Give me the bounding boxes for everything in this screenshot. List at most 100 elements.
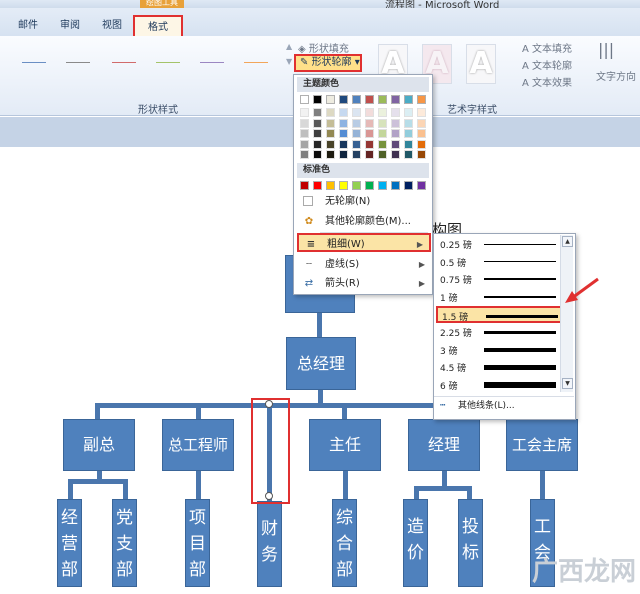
line-style-5[interactable] bbox=[200, 62, 224, 63]
theme-color-swatch[interactable] bbox=[404, 95, 413, 104]
theme-shade-swatch[interactable] bbox=[417, 118, 426, 128]
standard-color-swatch[interactable] bbox=[313, 181, 322, 190]
box-director[interactable]: 主任 bbox=[309, 419, 381, 471]
theme-shade-swatch[interactable] bbox=[352, 150, 361, 159]
weight-option[interactable]: 6 磅 bbox=[436, 377, 562, 394]
connector[interactable] bbox=[414, 486, 472, 491]
theme-shade-swatch[interactable] bbox=[404, 108, 413, 117]
box-general-dept[interactable]: 综合部 bbox=[332, 499, 357, 587]
theme-shade-swatch[interactable] bbox=[300, 139, 309, 149]
theme-shade-swatch[interactable] bbox=[417, 108, 426, 117]
theme-shade-swatch[interactable] bbox=[365, 139, 374, 149]
tab-view[interactable]: 视图 bbox=[102, 16, 122, 31]
theme-shade-swatch[interactable] bbox=[313, 129, 322, 138]
theme-shade-swatch[interactable] bbox=[417, 129, 426, 138]
theme-shade-swatch[interactable] bbox=[378, 118, 387, 128]
standard-color-swatch[interactable] bbox=[352, 181, 361, 190]
gallery-scroll-icon[interactable]: ▲ bbox=[286, 42, 292, 51]
connector[interactable] bbox=[317, 313, 322, 337]
tab-mailings[interactable]: 邮件 bbox=[18, 16, 38, 31]
box-finance[interactable]: 财务 bbox=[257, 501, 282, 587]
theme-shade-swatch[interactable] bbox=[404, 150, 413, 159]
line-style-6[interactable] bbox=[244, 62, 268, 63]
scroll-down-icon[interactable]: ▼ bbox=[562, 378, 573, 389]
standard-color-swatch[interactable] bbox=[300, 181, 309, 190]
theme-shade-swatch[interactable] bbox=[404, 129, 413, 138]
theme-shade-swatch[interactable] bbox=[352, 108, 361, 117]
connector[interactable] bbox=[342, 403, 347, 419]
wordart-style-3[interactable]: A bbox=[466, 44, 496, 84]
box-bidding[interactable]: 投标 bbox=[458, 499, 483, 587]
theme-shade-swatch[interactable] bbox=[404, 139, 413, 149]
weight-option[interactable]: 3 磅 bbox=[436, 342, 562, 359]
theme-shade-swatch[interactable] bbox=[300, 150, 309, 159]
theme-shade-swatch[interactable] bbox=[391, 139, 400, 149]
theme-shade-swatch[interactable] bbox=[352, 118, 361, 128]
theme-shade-swatch[interactable] bbox=[326, 139, 335, 149]
theme-shade-swatch[interactable] bbox=[300, 108, 309, 117]
more-colors-item[interactable]: ✿ 其他轮廓颜色(M)... bbox=[297, 212, 431, 231]
text-effects-button[interactable]: A 文本效果 bbox=[522, 74, 572, 89]
connector[interactable] bbox=[68, 479, 73, 499]
theme-color-swatch[interactable] bbox=[313, 95, 322, 104]
connector[interactable] bbox=[414, 486, 419, 499]
text-direction-button[interactable]: 文字方向 bbox=[596, 68, 636, 83]
gallery-more-icon[interactable]: ▼ bbox=[286, 57, 292, 66]
shape-outline-button[interactable]: ✎ 形状轮廓 ▾ bbox=[294, 54, 362, 72]
theme-shade-swatch[interactable] bbox=[352, 129, 361, 138]
line-style-3[interactable] bbox=[112, 62, 136, 63]
theme-shade-swatch[interactable] bbox=[326, 118, 335, 128]
standard-color-swatch[interactable] bbox=[417, 181, 426, 190]
theme-color-swatch[interactable] bbox=[352, 95, 361, 104]
theme-shade-swatch[interactable] bbox=[339, 129, 348, 138]
theme-shade-swatch[interactable] bbox=[378, 129, 387, 138]
text-outline-button[interactable]: A 文本轮廓 bbox=[522, 57, 572, 72]
theme-color-swatch[interactable] bbox=[417, 95, 426, 104]
box-party-branch[interactable]: 党支部 bbox=[112, 499, 137, 587]
connector[interactable] bbox=[343, 471, 348, 499]
box-project-dept[interactable]: 项目部 bbox=[185, 499, 210, 587]
theme-shade-swatch[interactable] bbox=[313, 150, 322, 159]
theme-shade-swatch[interactable] bbox=[378, 108, 387, 117]
selection-handle-bottom[interactable] bbox=[265, 492, 273, 500]
scroll-up-icon[interactable]: ▲ bbox=[562, 236, 573, 247]
theme-shade-swatch[interactable] bbox=[326, 150, 335, 159]
theme-shade-swatch[interactable] bbox=[417, 139, 426, 149]
standard-color-swatch[interactable] bbox=[391, 181, 400, 190]
shape-fill-button[interactable]: ◈ 形状填充 bbox=[298, 40, 349, 55]
theme-color-swatch[interactable] bbox=[391, 95, 400, 104]
weight-option[interactable]: 0.75 磅 bbox=[436, 271, 562, 288]
theme-shade-swatch[interactable] bbox=[313, 108, 322, 117]
theme-shade-swatch[interactable] bbox=[365, 129, 374, 138]
connector[interactable] bbox=[442, 471, 447, 487]
theme-shade-swatch[interactable] bbox=[391, 108, 400, 117]
theme-shade-swatch[interactable] bbox=[313, 118, 322, 128]
box-vice[interactable]: 副总 bbox=[63, 419, 135, 471]
arrows-item[interactable]: ⇄ 箭头(R) ▶ bbox=[297, 274, 431, 293]
text-fill-button[interactable]: A 文本填充 bbox=[522, 40, 572, 55]
ceo-box[interactable]: 总经理 bbox=[286, 337, 356, 390]
standard-color-swatch[interactable] bbox=[378, 181, 387, 190]
weight-scrollbar[interactable]: ▲ ▼ bbox=[560, 235, 573, 392]
theme-shade-swatch[interactable] bbox=[326, 129, 335, 138]
weight-item[interactable]: ≡ 粗细(W) ▶ bbox=[297, 233, 431, 252]
theme-shade-swatch[interactable] bbox=[365, 108, 374, 117]
box-manager[interactable]: 经理 bbox=[408, 419, 480, 471]
dashes-item[interactable]: ┄ 虚线(S) ▶ bbox=[297, 255, 431, 274]
theme-color-swatch[interactable] bbox=[365, 95, 374, 104]
theme-shade-swatch[interactable] bbox=[339, 139, 348, 149]
connector[interactable] bbox=[196, 403, 201, 419]
theme-shade-swatch[interactable] bbox=[339, 108, 348, 117]
theme-color-swatch[interactable] bbox=[300, 95, 309, 104]
theme-shade-swatch[interactable] bbox=[339, 150, 348, 159]
theme-color-swatch[interactable] bbox=[326, 95, 335, 104]
weight-option[interactable]: 1.5 磅 bbox=[436, 306, 562, 324]
theme-color-swatch[interactable] bbox=[339, 95, 348, 104]
theme-shade-swatch[interactable] bbox=[313, 139, 322, 149]
line-style-1[interactable] bbox=[22, 62, 46, 63]
connector[interactable] bbox=[467, 486, 472, 499]
tab-review[interactable]: 审阅 bbox=[60, 16, 80, 31]
theme-shade-swatch[interactable] bbox=[404, 118, 413, 128]
box-chief-engineer[interactable]: 总工程师 bbox=[162, 419, 234, 471]
weight-option[interactable]: 4.5 磅 bbox=[436, 359, 562, 376]
